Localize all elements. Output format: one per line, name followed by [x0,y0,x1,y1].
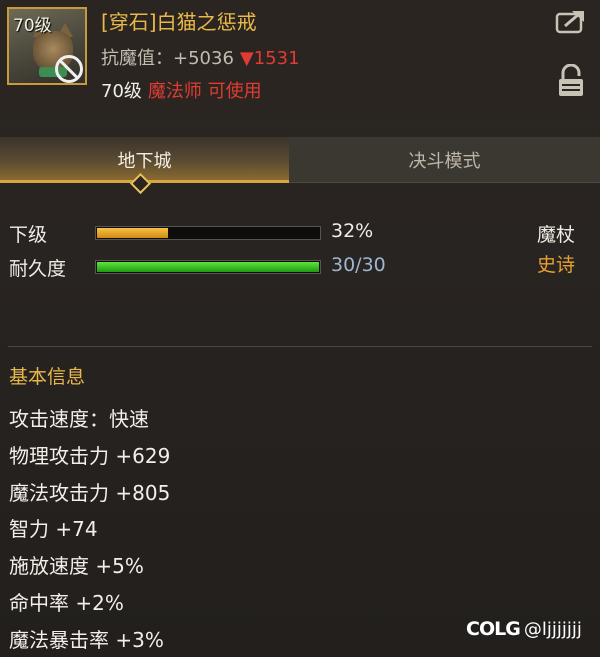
magic-resist-value: +5036 [173,48,234,69]
watermark-user: @ljjjjjjj [523,619,582,640]
required-level: 70级 [101,81,142,102]
section-divider [8,346,592,347]
durability-bar-fill [97,262,319,272]
attribute-line: 攻击速度：快速 [9,407,149,431]
grade-bar [95,226,321,240]
rarity-label: 史诗 [537,254,576,276]
share-icon[interactable] [555,8,587,34]
grade-label: 下级 [9,224,48,246]
basic-info-title: 基本信息 [9,366,86,388]
attribute-line: 魔法攻击力 +805 [9,481,171,505]
item-tooltip-panel: 70级 [穿石]白猫之惩戒 抗魔值：+5036 ▼1531 70级 魔法师 可使用 … [0,0,600,657]
attribute-line: 物理攻击力 +629 [9,444,171,468]
magic-resist-label: 抗魔值： [101,48,173,69]
required-class: 魔法师 可使用 [147,81,262,102]
weapon-type: 魔杖 [537,224,576,246]
watermark: COLG @ljjjjjjj [466,618,582,640]
requirement-line: 70级 魔法师 可使用 [101,77,262,103]
item-title: [穿石]白猫之惩戒 [101,10,257,34]
attribute-line: 施放速度 +5% [9,554,144,578]
durability-value: 30/30 [331,254,386,276]
tab-duel-mode[interactable]: 决斗模式 [289,137,600,183]
colg-logo: COLG [466,618,521,640]
grade-bar-fill [97,228,168,238]
item-icon[interactable]: 70级 [7,7,87,85]
attribute-line: 智力 +74 [9,517,98,541]
item-icon-level: 70级 [13,16,52,36]
tab-dungeon-label: 地下城 [117,151,172,172]
mode-tabs: 地下城 决斗模式 [0,137,600,183]
prohibited-icon [55,55,83,83]
tab-duel-mode-label: 决斗模式 [408,151,481,172]
grade-percent: 32% [331,220,374,242]
durability-bar [95,260,321,274]
attribute-line: 命中率 +2% [9,591,124,615]
magic-resist-diff: ▼1531 [239,48,300,69]
durability-label: 耐久度 [9,258,67,280]
lock-icon[interactable] [557,64,585,98]
attribute-line: 魔法暴击率 +3% [9,628,164,652]
magic-resist-line: 抗魔值：+5036 ▼1531 [101,44,300,70]
item-header: 70级 [穿石]白猫之惩戒 抗魔值：+5036 ▼1531 70级 魔法师 可使用 [0,0,600,118]
